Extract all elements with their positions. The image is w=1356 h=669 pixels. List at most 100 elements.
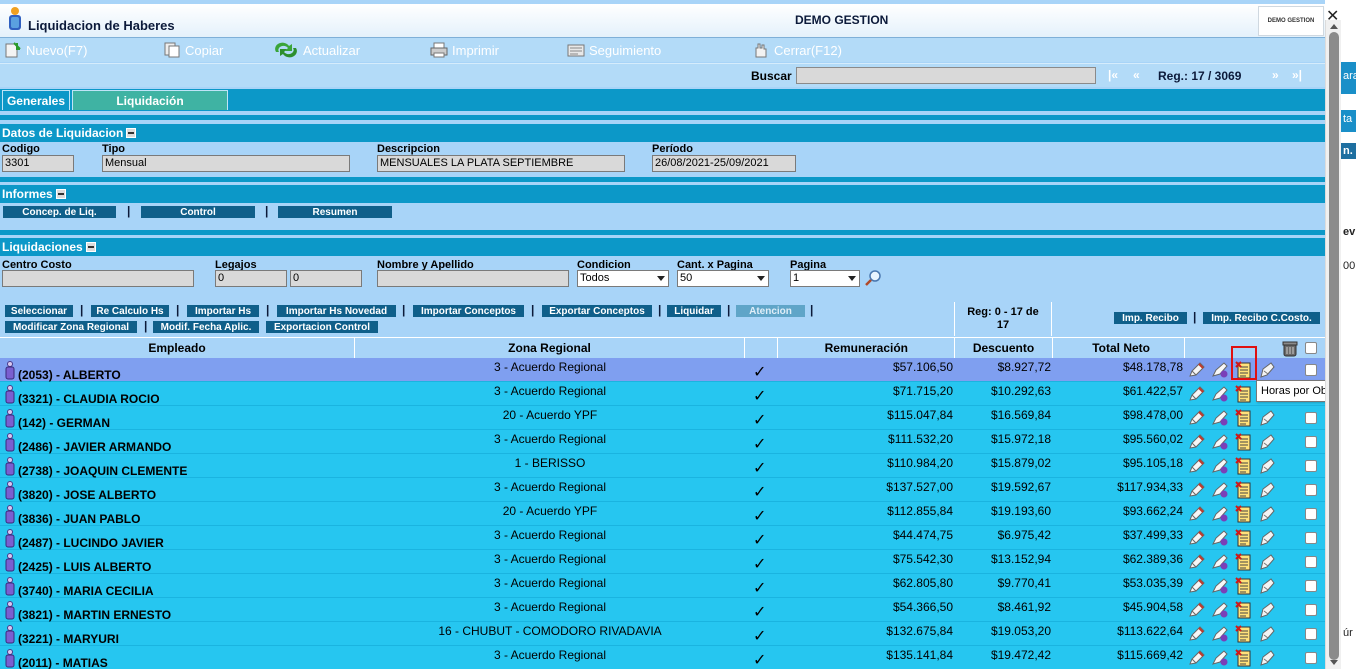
control-button[interactable]: Control (140, 205, 256, 219)
prev-page-button[interactable]: « (1133, 68, 1140, 82)
row-checkbox[interactable] (1305, 604, 1317, 616)
first-page-button[interactable]: |« (1108, 68, 1118, 82)
hours-by-work-icon[interactable] (1235, 649, 1253, 667)
hours-by-work-icon[interactable] (1235, 385, 1253, 403)
table-row[interactable]: (3221) - MARYURI 16 - CHUBUT - COMODORO R… (0, 622, 1325, 646)
employee-name[interactable]: (3820) - JOSE ALBERTO (18, 488, 156, 502)
scroll-thumb[interactable] (1329, 32, 1339, 660)
table-row[interactable]: (2738) - JOAQUIN CLEMENTE 1 - BERISSO ✓ $11… (0, 454, 1325, 478)
detail-icon[interactable] (1211, 649, 1229, 667)
detail-icon[interactable] (1211, 601, 1229, 619)
scroll-down-icon[interactable] (1330, 660, 1338, 665)
row-checkbox[interactable] (1305, 364, 1317, 376)
tipo-field[interactable]: Mensual (102, 155, 350, 172)
col-descuento[interactable]: Descuento (955, 338, 1053, 358)
receipt-icon[interactable] (1258, 505, 1276, 523)
legajo-desde-field[interactable]: 0 (215, 270, 287, 287)
row-checkbox[interactable] (1305, 556, 1317, 568)
employee-name[interactable]: (142) - GERMAN (18, 416, 110, 430)
search-input[interactable] (796, 67, 1096, 84)
seleccionar-button[interactable]: Seleccionar (4, 304, 74, 318)
hours-by-work-icon[interactable] (1235, 481, 1253, 499)
imp-recibo-ccosto-button[interactable]: Imp. Recibo C.Costo. (1202, 311, 1321, 325)
row-checkbox[interactable] (1305, 580, 1317, 592)
detail-icon[interactable] (1211, 457, 1229, 475)
table-row[interactable]: (2011) - MATIAS 3 - Acuerdo Regional ✓ $135… (0, 646, 1325, 669)
receipt-icon[interactable] (1258, 433, 1276, 451)
row-checkbox[interactable] (1305, 532, 1317, 544)
table-row[interactable]: (3740) - MARIA CECILIA 3 - Acuerdo Region… (0, 574, 1325, 598)
row-checkbox[interactable] (1305, 412, 1317, 424)
edit-icon[interactable] (1188, 577, 1206, 595)
employee-name[interactable]: (3740) - MARIA CECILIA (18, 584, 154, 598)
exportar-conceptos-button[interactable]: Exportar Conceptos (541, 304, 653, 318)
codigo-field[interactable]: 3301 (2, 155, 74, 172)
employee-name[interactable]: (3221) - MARYURI (18, 632, 119, 646)
hours-by-work-icon[interactable] (1235, 625, 1253, 643)
row-checkbox[interactable] (1305, 508, 1317, 520)
edit-icon[interactable] (1188, 433, 1206, 451)
hours-by-work-icon[interactable] (1235, 601, 1253, 619)
detail-icon[interactable] (1211, 577, 1229, 595)
modif-fecha-button[interactable]: Modif. Fecha Aplic. (152, 320, 260, 334)
edit-icon[interactable] (1188, 529, 1206, 547)
edit-icon[interactable] (1188, 409, 1206, 427)
edit-icon[interactable] (1188, 553, 1206, 571)
col-empleado[interactable]: Empleado (0, 338, 355, 358)
next-page-button[interactable]: » (1272, 68, 1279, 82)
receipt-icon[interactable] (1258, 409, 1276, 427)
descripcion-field[interactable]: MENSUALES LA PLATA SEPTIEMBRE (377, 155, 625, 172)
table-row[interactable]: (2425) - LUIS ALBERTO 3 - Acuerdo Regiona… (0, 550, 1325, 574)
receipt-icon[interactable] (1258, 361, 1276, 379)
atencion-button[interactable]: Atencion (735, 304, 806, 318)
collapse-icon[interactable] (126, 128, 137, 138)
detail-icon[interactable] (1211, 385, 1229, 403)
table-row[interactable]: (2486) - JAVIER ARMANDO 3 - Acuerdo Regio… (0, 430, 1325, 454)
cant-pagina-select[interactable]: 50 (677, 270, 769, 287)
select-all-checkbox[interactable] (1305, 342, 1317, 354)
table-row[interactable]: (3821) - MARTIN ERNESTO 3 - Acuerdo Regio… (0, 598, 1325, 622)
row-checkbox[interactable] (1305, 652, 1317, 664)
detail-icon[interactable] (1211, 505, 1229, 523)
refresh-button[interactable]: Actualizar (273, 41, 360, 59)
employee-name[interactable]: (2053) - ALBERTO (18, 368, 121, 382)
exportacion-control-button[interactable]: Exportacion Control (265, 320, 379, 334)
row-checkbox[interactable] (1305, 628, 1317, 640)
detail-icon[interactable] (1211, 409, 1229, 427)
receipt-icon[interactable] (1258, 529, 1276, 547)
employee-name[interactable]: (2011) - MATIAS (18, 656, 108, 669)
close-button[interactable]: Cerrar(F12) (752, 41, 842, 59)
pagina-select[interactable]: 1 (790, 270, 860, 287)
imp-recibo-button[interactable]: Imp. Recibo (1113, 311, 1188, 325)
new-button[interactable]: Nuevo(F7) (4, 41, 87, 59)
table-row[interactable]: (2053) - ALBERTO 3 - Acuerdo Regional ✓ $57… (0, 358, 1325, 382)
recalculo-hs-button[interactable]: Re Calculo Hs (90, 304, 170, 318)
edit-icon[interactable] (1188, 385, 1206, 403)
receipt-icon[interactable] (1258, 649, 1276, 667)
hours-by-work-icon[interactable] (1235, 505, 1253, 523)
col-remuneracion[interactable]: Remuneración (778, 338, 955, 358)
scroll-up-icon[interactable] (1330, 24, 1338, 29)
table-row[interactable]: (3820) - JOSE ALBERTO 3 - Acuerdo Regiona… (0, 478, 1325, 502)
table-row[interactable]: (142) - GERMAN 20 - Acuerdo YPF ✓ $115.047,… (0, 406, 1325, 430)
legajo-hasta-field[interactable]: 0 (290, 270, 362, 287)
importar-hs-novedad-button[interactable]: Importar Hs Novedad (276, 304, 397, 318)
importar-hs-button[interactable]: Importar Hs (186, 304, 260, 318)
detail-icon[interactable] (1211, 625, 1229, 643)
tab-liquidacion[interactable]: Liquidación (72, 90, 228, 110)
search-icon[interactable] (864, 269, 882, 287)
receipt-icon[interactable] (1258, 553, 1276, 571)
employee-name[interactable]: (3836) - JUAN PABLO (18, 512, 140, 526)
last-page-button[interactable]: »| (1292, 68, 1302, 82)
table-row[interactable]: (3321) - CLAUDIA ROCIO 3 - Acuerdo Region… (0, 382, 1325, 406)
receipt-icon[interactable] (1258, 601, 1276, 619)
collapse-icon[interactable] (85, 242, 96, 252)
vertical-scrollbar[interactable] (1325, 20, 1341, 669)
receipt-icon[interactable] (1258, 481, 1276, 499)
hours-by-work-icon[interactable] (1235, 553, 1253, 571)
hours-by-work-icon[interactable] (1235, 409, 1253, 427)
hours-by-work-icon[interactable] (1235, 577, 1253, 595)
nombre-field[interactable] (377, 270, 569, 287)
concep-liq-button[interactable]: Concep. de Liq. (2, 205, 117, 219)
tracking-button[interactable]: Seguimiento (567, 41, 661, 59)
